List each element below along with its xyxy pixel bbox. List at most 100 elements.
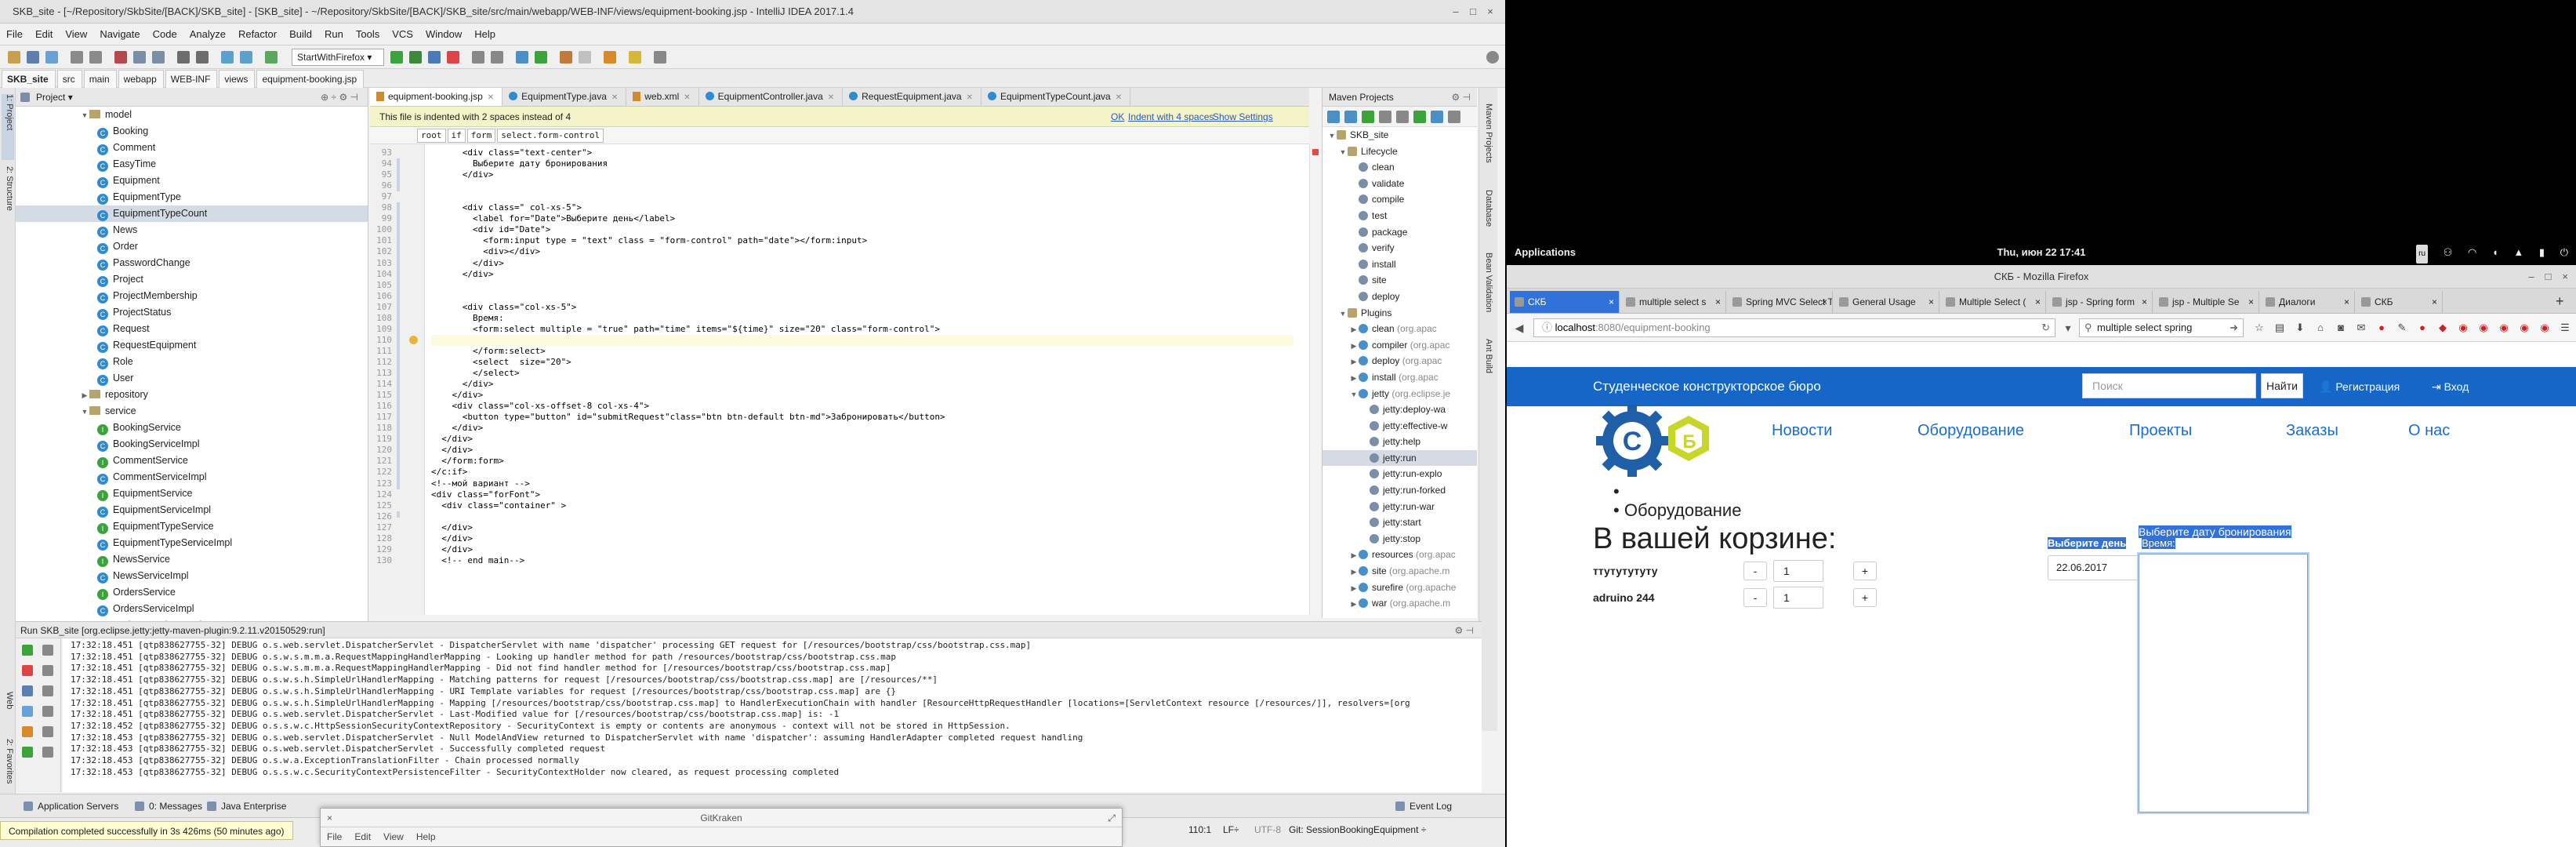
close-run-icon[interactable] [42,747,53,758]
maven-goal[interactable]: test [1322,208,1477,224]
vpn-icon[interactable]: ◉ [2477,322,2490,334]
editor-tab[interactable]: EquipmentTypeCount.java ✕ [981,88,1131,106]
privacy-icon[interactable]: ◉ [2518,322,2531,334]
expand-icon[interactable]: ▶ [1349,547,1359,563]
editor-tab[interactable]: EquipmentController.java ✕ [699,88,844,106]
console-line[interactable]: 17:32:18.453 [qtp838627755-32] DEBUG o.s… [71,732,1083,744]
accessibility-icon[interactable]: ⚇ [2444,243,2453,262]
code-line[interactable]: <form:select multiple = "true" path="tim… [431,324,940,335]
tab-close-icon[interactable]: × [1715,291,1721,313]
tree-class[interactable]: I CommentService [16,453,368,469]
maven-node[interactable]: ▼ SKB_site [1322,127,1477,144]
replace-icon[interactable] [196,51,209,64]
menu-build[interactable]: Build [283,24,318,45]
tool-tab-structure[interactable]: 2: Structure [2,166,14,245]
code-line[interactable]: </div> [431,269,494,280]
back-icon[interactable] [221,51,234,64]
scroll-down-icon[interactable] [42,665,53,676]
menu-view[interactable]: View [59,24,93,45]
maven-goal[interactable]: jetty:effective-w [1322,418,1477,434]
tree-class[interactable]: I BookingService [16,420,368,436]
soft-wrap-icon[interactable] [42,685,53,696]
maven-goal[interactable]: jetty:stop [1322,531,1477,547]
maven-node[interactable]: ▼ jetty (org.eclipse.je [1322,386,1477,402]
paste-icon[interactable] [152,51,165,64]
maven-node[interactable]: ▶ compiler (org.apac [1322,337,1477,354]
tool-tab-web[interactable]: Web [2,692,14,723]
breadcrumb-item[interactable]: views [219,70,256,89]
browser-tab[interactable]: Диалоги × [2261,291,2355,313]
tree-class[interactable]: C Comment [16,140,368,156]
run-console[interactable]: 17:32:18.451 [qtp838627755-32] DEBUG o.s… [63,638,1482,792]
url-bar[interactable]: ⓘ localhost:8080/equipment-booking ↻ [1533,318,2055,337]
expand-icon[interactable]: ▶ [1349,370,1359,386]
dropdown-arrow-icon[interactable]: ▾ [2060,320,2076,336]
sync-account-icon[interactable]: ✉ [2355,322,2367,334]
tab-close-icon[interactable]: × [2344,291,2349,313]
tree-class[interactable]: C Project [16,271,368,288]
ff-maximize-icon[interactable]: □ [2545,271,2552,282]
scroll-up-icon[interactable] [42,645,53,656]
coverage-icon[interactable] [428,51,441,64]
tool-tab-bean-validation[interactable]: Bean Validation [1481,253,1493,323]
generate-sources-icon[interactable] [1344,111,1357,123]
status-message[interactable]: Compilation completed successfully in 3s… [0,821,293,840]
console-line[interactable]: 17:32:18.453 [qtp838627755-32] DEBUG o.s… [71,755,579,767]
maven-goal[interactable]: package [1322,224,1477,241]
maven-node[interactable]: ▼ Lifecycle [1322,144,1477,160]
browser-tab[interactable]: СКБ × [2356,291,2443,313]
code-line[interactable]: <div class="text-center"> [431,147,593,158]
history-icon[interactable] [560,51,572,64]
code-line[interactable]: </select> [431,368,520,379]
code-line[interactable]: <button type="button" id="submitRequest"… [431,412,945,423]
gitkraken-menu-file[interactable]: File [321,827,348,846]
tree-class[interactable]: C BookingServiceImpl [16,436,368,453]
error-marker-icon[interactable] [1312,149,1319,155]
gitkraken-maximize-icon[interactable]: ⤢ [1108,809,1116,827]
gitkraken-close-icon[interactable]: × [327,809,332,827]
tree-class[interactable]: C ProjectStatus [16,304,368,321]
code-line[interactable]: <!-- end main--> [431,555,524,566]
dump-threads-icon[interactable] [22,706,33,717]
tool-tab-ant[interactable]: Ant Build [1481,339,1493,386]
expand-icon[interactable]: ▶ [1349,564,1359,580]
code-line[interactable]: <!--мой вариант --> [431,478,530,489]
bullet-equipment[interactable]: • Оборудование [1613,500,1741,521]
gitkraken-menu-view[interactable]: View [377,827,410,846]
maven-node[interactable]: ▶ resources (org.apac [1322,547,1477,563]
maven-goal[interactable]: jetty:run-war [1322,499,1477,515]
maven-goal[interactable]: compile [1322,191,1477,208]
battery-icon[interactable]: ▮ [2539,243,2545,262]
code-line[interactable]: </c:if> [431,467,467,478]
tree-class[interactable]: C Role [16,354,368,370]
find-icon[interactable] [177,51,190,64]
tracker-icon[interactable]: ◉ [2538,322,2551,334]
site-search-input[interactable]: Поиск [2082,373,2256,398]
breadcrumb-item[interactable]: main [83,70,117,89]
tree-class[interactable]: I EquipmentTypeService [16,518,368,535]
change-marker[interactable] [397,511,400,518]
tree-class[interactable]: C Booking [16,123,368,140]
browser-tab[interactable]: Multiple Select (× [1941,291,2046,313]
site-brand[interactable]: Студенческое конструкторское бюро [1593,367,1821,406]
new-tab-icon[interactable]: + [2556,292,2564,311]
console-line[interactable]: 17:32:18.451 [qtp838627755-32] DEBUG o.s… [71,698,1410,710]
menu-about[interactable]: О нас [2408,422,2450,440]
code-line[interactable]: </form:form> [431,456,503,467]
maven-node[interactable]: ▶ site (org.apache.m [1322,563,1477,580]
breadcrumb-item[interactable]: webapp [118,70,164,89]
browser-tab[interactable]: СКБ × [1510,291,1620,313]
time-multiselect[interactable] [2137,552,2309,814]
maven-goal[interactable]: deploy [1322,289,1477,305]
help-icon[interactable] [629,51,641,64]
debug-icon[interactable] [409,51,422,64]
tree-class[interactable]: C News [16,222,368,238]
vcs-update-icon[interactable] [516,51,528,64]
revert-icon[interactable] [579,51,591,64]
download-icon[interactable] [1379,111,1391,123]
ff-close-icon[interactable]: × [2562,271,2568,282]
tree-class[interactable]: C NewsServiceImpl [16,568,368,584]
maven-goal[interactable]: install [1322,256,1477,273]
execute-goal-icon[interactable] [1431,111,1443,123]
panel-settings-icon[interactable]: ⊕ ÷ ⚙ ⊣ [321,88,358,107]
